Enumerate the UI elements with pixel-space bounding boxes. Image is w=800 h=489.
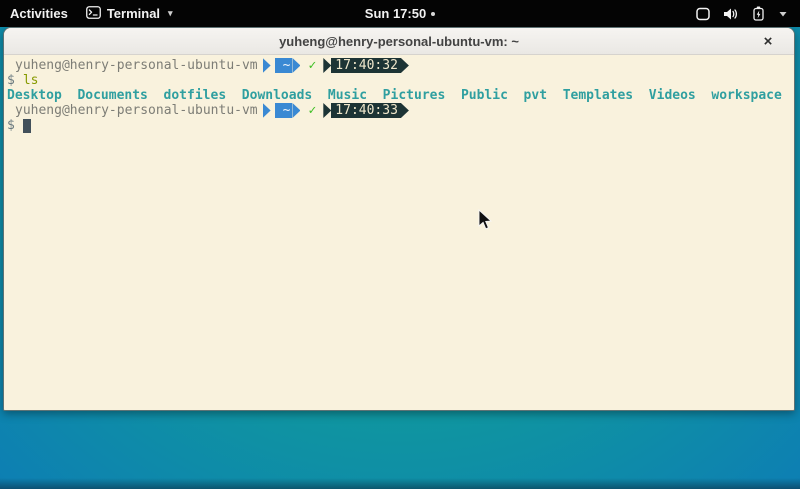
app-menu-label: Terminal — [107, 6, 160, 21]
terminal-cursor — [23, 119, 31, 133]
ls-output-line: Desktop Documents dotfiles Downloads Mus… — [7, 88, 794, 103]
mouse-pointer-icon — [478, 209, 492, 230]
powerline-segments: ~ ✓ 17:40:32 — [263, 58, 409, 73]
terminal-icon — [86, 6, 101, 22]
powerline-arrow-icon — [401, 103, 409, 118]
screen-icon — [696, 7, 710, 21]
input-line: $ — [7, 118, 794, 133]
powerline-arrow-icon — [323, 103, 331, 118]
powerline-arrow-icon — [401, 58, 409, 73]
powerline-arrow-icon — [263, 103, 271, 118]
chevron-down-icon — [778, 10, 788, 18]
close-button[interactable]: × — [758, 28, 778, 55]
prompt-path-segment: ~ — [275, 103, 293, 118]
powerline-arrow-icon — [323, 58, 331, 73]
command-text: ls — [23, 73, 39, 88]
prompt-user: yuheng@henry-personal-ubuntu-vm — [15, 58, 258, 73]
battery-charging-icon — [752, 6, 765, 21]
terminal-screen[interactable]: yuheng@henry-personal-ubuntu-vm ~ ✓ 17:4… — [4, 55, 794, 411]
top-bar: Activities Terminal ▾ Sun 17:50 — [0, 0, 800, 27]
desktop: { "top_bar": { "activities_label": "Acti… — [0, 0, 800, 489]
notification-dot-icon — [431, 12, 435, 16]
activities-button[interactable]: Activities — [10, 6, 68, 21]
terminal-window: yuheng@henry-personal-ubuntu-vm: ~ × yuh… — [3, 27, 795, 411]
command-line: $ ls — [7, 73, 794, 88]
directory-list: Desktop Documents dotfiles Downloads Mus… — [7, 88, 782, 103]
prompt-timestamp: 17:40:32 — [331, 58, 401, 73]
prompt-symbol: $ — [7, 73, 15, 88]
clock-button[interactable]: Sun 17:50 — [345, 6, 455, 21]
prompt-line-2: yuheng@henry-personal-ubuntu-vm ~ ✓ 17:4… — [7, 103, 794, 118]
app-menu-terminal[interactable]: Terminal ▾ — [86, 6, 173, 22]
volume-icon — [723, 7, 739, 21]
powerline-arrow-icon — [292, 58, 300, 73]
clock-label: Sun 17:50 — [365, 6, 426, 21]
powerline-arrow-icon — [263, 58, 271, 73]
status-check-icon: ✓ — [300, 58, 323, 73]
window-titlebar[interactable]: yuheng@henry-personal-ubuntu-vm: ~ × — [4, 28, 794, 55]
powerline-arrow-icon — [292, 103, 300, 118]
chevron-down-icon: ▾ — [168, 8, 173, 19]
status-check-icon: ✓ — [300, 103, 323, 118]
prompt-user: yuheng@henry-personal-ubuntu-vm — [15, 103, 258, 118]
system-status-area[interactable] — [696, 0, 792, 27]
prompt-symbol: $ — [7, 118, 15, 133]
prompt-timestamp: 17:40:33 — [331, 103, 401, 118]
window-title: yuheng@henry-personal-ubuntu-vm: ~ — [279, 34, 519, 49]
powerline-segments: ~ ✓ 17:40:33 — [263, 103, 409, 118]
prompt-line-1: yuheng@henry-personal-ubuntu-vm ~ ✓ 17:4… — [7, 58, 794, 73]
prompt-path-segment: ~ — [275, 58, 293, 73]
